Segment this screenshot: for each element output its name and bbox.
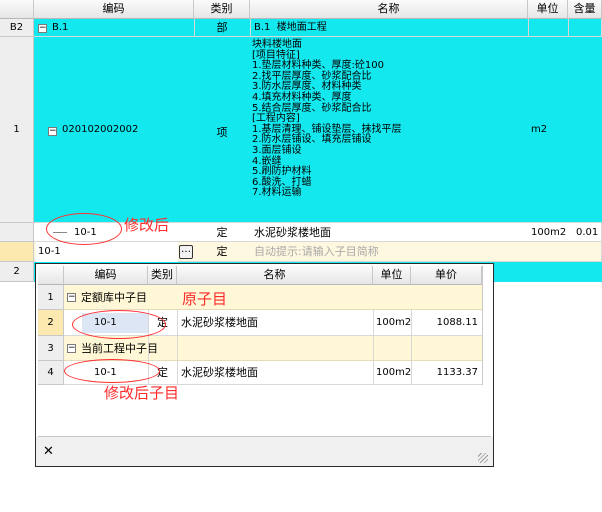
popup-cell-unit[interactable]: 100m2: [376, 361, 411, 385]
popup-row-number: 1: [38, 285, 64, 310]
popup-header-type[interactable]: 类别: [148, 266, 177, 285]
popup-row-number: 2: [38, 310, 64, 336]
description-line: 7.材料运输: [252, 187, 302, 199]
cell-unit[interactable]: m2: [531, 124, 547, 135]
row-number: 2: [0, 262, 34, 282]
column-line: [411, 310, 412, 385]
close-icon[interactable]: ✕: [43, 444, 54, 459]
cell-type[interactable]: 定: [194, 223, 250, 242]
cell-type[interactable]: 项: [194, 124, 250, 140]
popup-corner: [38, 266, 64, 285]
annotation-modified-sub: 修改后子目: [104, 384, 180, 402]
cell-type[interactable]: 定: [194, 242, 250, 262]
column-line: [482, 266, 483, 385]
annotation-ellipse: [64, 359, 160, 383]
description-line: 4.填充材料种类、厚度: [252, 91, 352, 103]
popup-header-name[interactable]: 名称: [177, 266, 373, 285]
column-line: [177, 310, 178, 385]
column-header-code[interactable]: 编码: [34, 0, 194, 19]
cell-code[interactable]: 020102002002: [62, 124, 138, 135]
collapse-icon[interactable]: −: [67, 292, 76, 303]
column-header-qty[interactable]: 含量: [568, 0, 602, 19]
cell-name[interactable]: 水泥砂浆楼地面: [254, 223, 331, 242]
row-number: [0, 223, 34, 242]
annotation-original: 原子目: [182, 290, 228, 308]
popup-cell-unit[interactable]: 100m2: [376, 310, 411, 336]
column-line: [373, 310, 374, 385]
popup-header-code[interactable]: 编码: [64, 266, 148, 285]
collapse-icon[interactable]: −: [48, 126, 57, 137]
annotation-modified: 修改后: [124, 216, 170, 234]
description-line: 3.面层铺设: [252, 144, 302, 156]
column-header-name[interactable]: 名称: [250, 0, 528, 19]
grid-corner: [0, 0, 34, 19]
popup-cell-price[interactable]: 1133.37: [411, 361, 478, 385]
popup-header-price[interactable]: 单价: [411, 266, 482, 285]
row-number: B2: [0, 19, 34, 37]
group-label: 当前工程中子目: [81, 342, 158, 355]
description-line: 块料楼地面: [252, 39, 302, 50]
group-label: 定额库中子目: [81, 291, 147, 304]
cell-type[interactable]: 部: [194, 19, 250, 37]
column-header-unit[interactable]: 单位: [528, 0, 568, 19]
row-number: [0, 242, 34, 262]
code-input[interactable]: 10-1: [36, 242, 178, 262]
row-number: 1: [0, 37, 34, 223]
name-hint[interactable]: 自动提示:请输入子目简称: [254, 242, 379, 262]
popup-row-number: 3: [38, 336, 64, 361]
popup-footer: [36, 437, 493, 466]
collapse-icon[interactable]: −: [67, 343, 76, 354]
column-header-type[interactable]: 类别: [194, 0, 250, 19]
popup-cell-name[interactable]: 水泥砂浆楼地面: [181, 310, 258, 336]
cell-unit[interactable]: 100m2: [531, 223, 566, 242]
cell-code[interactable]: B.1: [52, 19, 68, 37]
resize-grip-icon[interactable]: [478, 453, 488, 463]
popup-cell-name[interactable]: 水泥砂浆楼地面: [181, 361, 258, 385]
cell-name[interactable]: B.1 楼地面工程: [254, 19, 327, 37]
ellipsis-button[interactable]: …: [179, 245, 193, 259]
collapse-icon[interactable]: −: [38, 23, 47, 34]
annotation-ellipse: [72, 310, 166, 339]
popup-row-number: 4: [38, 361, 64, 385]
annotation-ellipse: [46, 213, 122, 245]
cell-qty[interactable]: 0.01: [576, 223, 598, 242]
popup-header-unit[interactable]: 单位: [373, 266, 411, 285]
popup-cell-price[interactable]: 1088.11: [411, 310, 478, 336]
cell-name-description[interactable]: 块料楼地面 [项目特征] 1.垫层材料种类、厚度:砼100 2.找平层厚度、砂浆…: [252, 39, 402, 199]
